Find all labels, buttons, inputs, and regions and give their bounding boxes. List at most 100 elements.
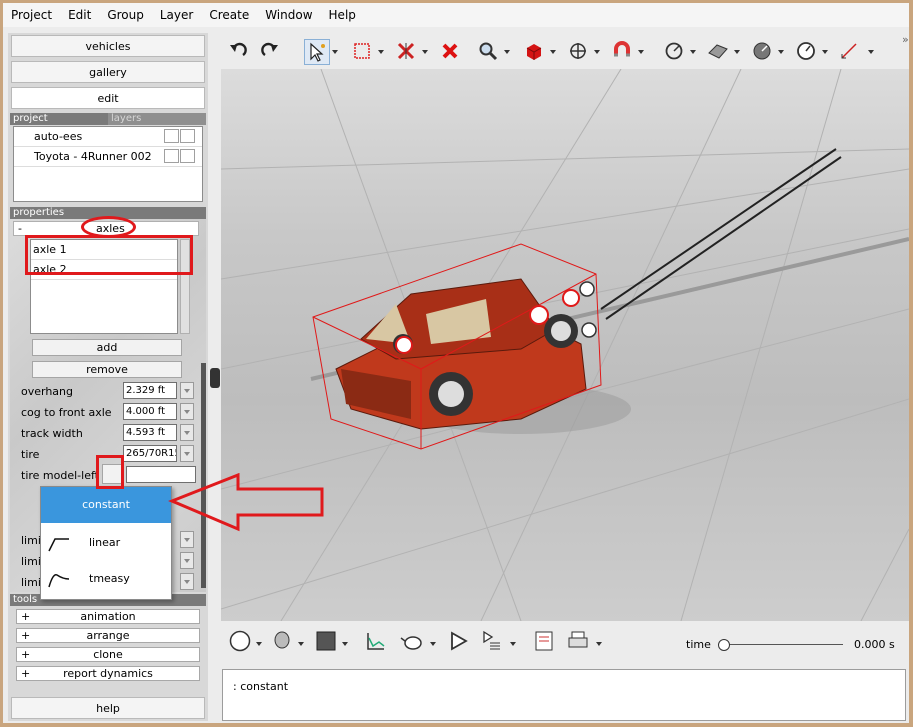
3d-viewport[interactable] — [221, 69, 909, 621]
undo-icon[interactable] — [226, 39, 250, 63]
dial-icon[interactable] — [794, 39, 818, 63]
color-swatch-icon[interactable] — [314, 629, 338, 653]
menu-window[interactable]: Window — [257, 8, 320, 22]
vehicles-button[interactable]: vehicles — [11, 35, 205, 57]
graph-icon[interactable] — [364, 629, 388, 653]
chevron-down-icon[interactable] — [256, 642, 262, 646]
gallery-button[interactable]: gallery — [11, 61, 205, 83]
limit-dropdown-2[interactable] — [180, 552, 194, 569]
time-slider-thumb[interactable] — [718, 639, 730, 651]
track-width-field[interactable]: 4.593 ft — [123, 424, 177, 441]
tool-report-dynamics[interactable]: + report dynamics — [16, 666, 200, 681]
menu-layer[interactable]: Layer — [152, 8, 201, 22]
menu-item-linear[interactable]: linear — [41, 525, 171, 561]
play-icon[interactable] — [446, 629, 470, 653]
visibility-checkbox[interactable] — [164, 149, 179, 163]
time-value: 0.000 s — [854, 638, 895, 651]
add-axle-button[interactable]: add — [32, 339, 182, 356]
box-select-icon[interactable] — [350, 39, 374, 63]
menu-help[interactable]: Help — [321, 8, 364, 22]
menu-project[interactable]: Project — [3, 8, 60, 22]
menu-group[interactable]: Group — [99, 8, 152, 22]
tab-layers[interactable]: layers — [108, 113, 206, 125]
list-item[interactable]: auto-ees — [14, 127, 202, 147]
magnet-icon[interactable] — [610, 39, 634, 63]
menu-item-label: tmeasy — [89, 572, 130, 585]
menu-item-constant[interactable]: constant — [41, 487, 171, 523]
tool-animation[interactable]: + animation — [16, 609, 200, 624]
app-window: Project Edit Group Layer Create Window H… — [3, 3, 909, 723]
chevron-down-icon[interactable] — [298, 642, 304, 646]
tab-project[interactable]: project — [10, 113, 108, 125]
play-list-icon[interactable] — [480, 629, 504, 653]
chevron-down-icon[interactable] — [510, 642, 516, 646]
measure-icon[interactable] — [662, 39, 686, 63]
menu-create[interactable]: Create — [201, 8, 257, 22]
chevron-down-icon[interactable] — [430, 642, 436, 646]
track-lattice — [600, 148, 842, 320]
chevron-down-icon[interactable] — [504, 50, 510, 54]
gauge-icon[interactable] — [750, 39, 774, 63]
overflow-icon[interactable]: » — [902, 33, 909, 46]
chevron-down-icon[interactable] — [332, 50, 338, 54]
zoom-icon[interactable] — [476, 39, 500, 63]
panel-collapse-handle[interactable] — [210, 368, 220, 388]
track-width-dropdown[interactable] — [180, 424, 194, 441]
remove-axle-button[interactable]: remove — [32, 361, 182, 378]
time-label: time — [686, 638, 711, 651]
top-toolbar: » — [218, 33, 909, 69]
chevron-down-icon[interactable] — [342, 642, 348, 646]
car-model — [335, 278, 587, 430]
report-icon[interactable] — [532, 629, 556, 653]
delete-icon[interactable] — [438, 39, 462, 63]
edit-button[interactable]: edit — [11, 87, 205, 109]
cube-icon[interactable] — [522, 39, 546, 63]
annotation-box-tire-model — [96, 455, 124, 489]
head-icon[interactable] — [270, 629, 294, 653]
chevron-down-icon[interactable] — [550, 50, 556, 54]
chevron-down-icon[interactable] — [596, 642, 602, 646]
tire-model-menu: constant linear tmeasy — [40, 486, 172, 600]
menu-bar: Project Edit Group Layer Create Window H… — [3, 3, 909, 27]
menu-edit[interactable]: Edit — [60, 8, 99, 22]
cog-front-axle-dropdown[interactable] — [180, 403, 194, 420]
chevron-down-icon[interactable] — [594, 50, 600, 54]
chevron-down-icon[interactable] — [778, 50, 784, 54]
limit-dropdown-3[interactable] — [180, 573, 194, 590]
time-slider[interactable] — [723, 644, 843, 645]
lock-checkbox[interactable] — [180, 129, 195, 143]
project-item-label: auto-ees — [34, 130, 83, 143]
sphere-icon[interactable] — [228, 629, 252, 653]
tire-field[interactable]: 265/70R15 — [123, 445, 177, 462]
visibility-checkbox[interactable] — [164, 129, 179, 143]
lock-checkbox[interactable] — [180, 149, 195, 163]
menu-item-tmeasy[interactable]: tmeasy — [41, 561, 171, 597]
teapot-icon[interactable] — [400, 629, 424, 653]
chevron-down-icon[interactable] — [868, 50, 874, 54]
tool-clone[interactable]: + clone — [16, 647, 200, 662]
list-item[interactable]: Toyota - 4Runner 002 — [14, 147, 202, 167]
chevron-down-icon[interactable] — [422, 50, 428, 54]
limit-dropdown-1[interactable] — [180, 531, 194, 548]
chevron-down-icon[interactable] — [822, 50, 828, 54]
select-pointer-icon[interactable] — [304, 39, 330, 65]
chevron-down-icon[interactable] — [638, 50, 644, 54]
printer-icon[interactable] — [566, 629, 590, 653]
cut-icon[interactable] — [394, 39, 418, 63]
redo-icon[interactable] — [258, 39, 282, 63]
chevron-down-icon[interactable] — [734, 50, 740, 54]
chevron-down-icon[interactable] — [690, 50, 696, 54]
help-button[interactable]: help — [11, 697, 205, 719]
scene-graphic — [221, 69, 909, 621]
chevron-down-icon[interactable] — [378, 50, 384, 54]
cog-front-axle-field[interactable]: 4.000 ft — [123, 403, 177, 420]
collapse-toggle[interactable]: - — [18, 222, 22, 235]
scale-ruler-icon[interactable] — [838, 39, 862, 63]
tire-dropdown[interactable] — [180, 445, 194, 462]
overhang-field[interactable]: 2.329 ft — [123, 382, 177, 399]
overhang-dropdown[interactable] — [180, 382, 194, 399]
move-icon[interactable] — [566, 39, 590, 63]
surface-icon[interactable] — [706, 39, 730, 63]
cog-front-axle-label: cog to front axle — [21, 406, 112, 419]
tool-arrange[interactable]: + arrange — [16, 628, 200, 643]
